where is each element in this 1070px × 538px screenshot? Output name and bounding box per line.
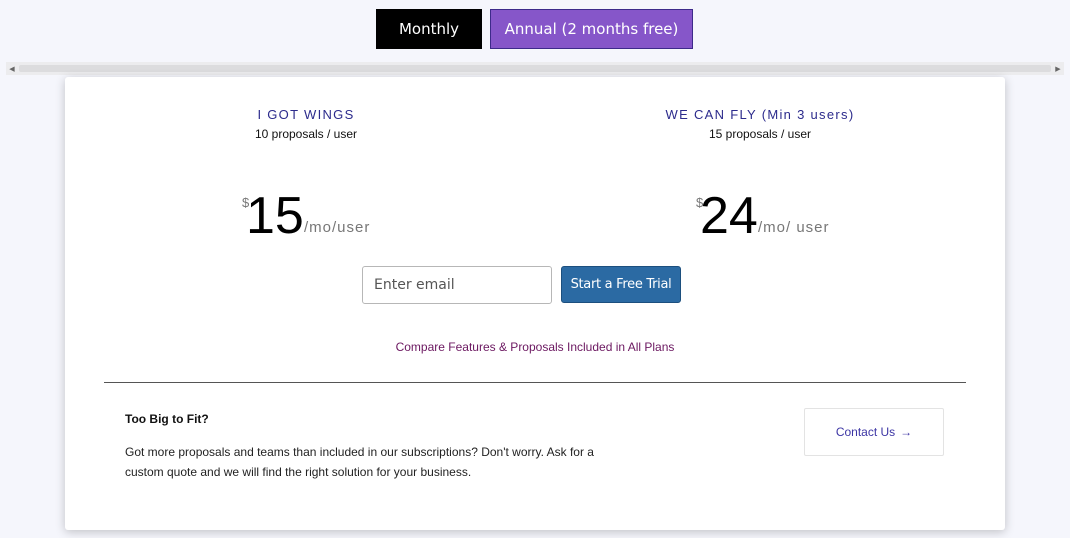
price-amount: 24	[700, 187, 758, 245]
plan-we-can-fly: WE CAN FLY (Min 3 users) 15 proposals / …	[610, 107, 910, 245]
triangle-right-icon[interactable]: ▶	[1052, 62, 1064, 75]
triangle-left-icon[interactable]: ◀	[6, 62, 18, 75]
contact-us-button[interactable]: Contact Us →	[804, 408, 944, 456]
monthly-toggle-button[interactable]: Monthly	[376, 9, 482, 49]
compare-features-link[interactable]: Compare Features & Proposals Included in…	[65, 340, 1005, 354]
enterprise-description: Got more proposals and teams than includ…	[125, 445, 594, 479]
plan-name: I GOT WINGS	[257, 107, 355, 122]
email-input[interactable]	[362, 266, 552, 304]
contact-us-label: Contact Us	[835, 425, 896, 439]
start-free-trial-button[interactable]: Start a Free Trial	[561, 266, 681, 303]
plan-name: WE CAN FLY (Min 3 users)	[665, 107, 855, 122]
enterprise-title: Too Big to Fit?	[125, 412, 209, 426]
plan-proposals: 15 proposals / user	[708, 127, 812, 141]
scrollbar-thumb[interactable]	[19, 65, 1051, 72]
annual-toggle-button[interactable]: Annual (2 months free)	[490, 9, 693, 49]
pricing-card: I GOT WINGS 10 proposals / user $ 15 /mo…	[65, 77, 1005, 530]
horizontal-scrollbar[interactable]: ◀ ▶	[6, 62, 1064, 75]
price-period: /mo/user	[304, 219, 371, 236]
plan-i-got-wings: I GOT WINGS 10 proposals / user $ 15 /mo…	[156, 107, 456, 245]
divider	[104, 382, 966, 383]
arrow-right-icon: →	[900, 425, 913, 439]
billing-toggle: Monthly Annual (2 months free)	[0, 9, 1070, 49]
plan-proposals: 10 proposals / user	[254, 127, 358, 141]
price-amount: 15	[246, 187, 304, 245]
price-period: /mo/ user	[758, 219, 830, 236]
